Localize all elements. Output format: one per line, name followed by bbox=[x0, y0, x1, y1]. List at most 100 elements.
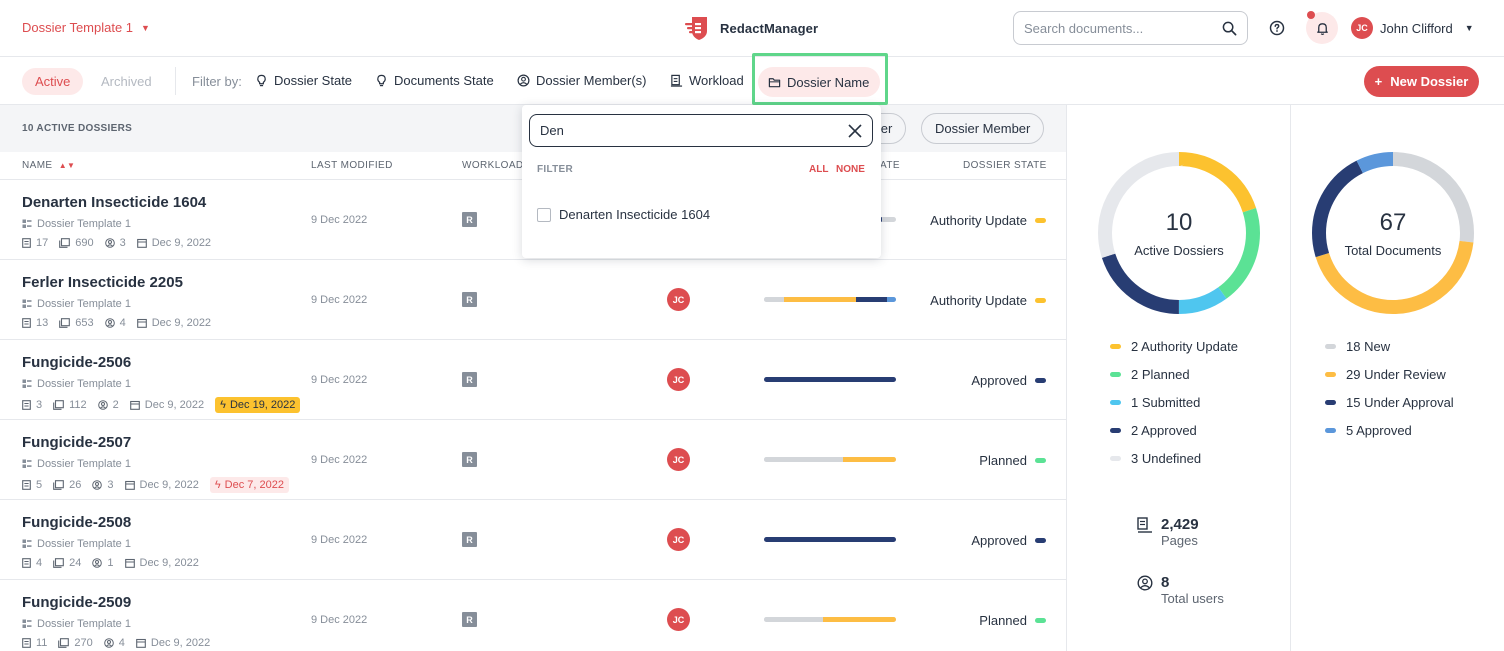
dossier-state[interactable]: Planned bbox=[979, 613, 1046, 628]
dossier-title[interactable]: Fungicide-2506 bbox=[22, 354, 131, 371]
column-name[interactable]: NAME ▲▼ bbox=[22, 160, 75, 171]
filter-dossier-members[interactable]: Dossier Member(s) bbox=[517, 73, 647, 88]
filter-workload[interactable]: Workload bbox=[670, 73, 744, 88]
dossier-state-label: Planned bbox=[979, 613, 1027, 628]
dossier-template: Dossier Template 1 bbox=[22, 538, 131, 550]
user-circle-icon bbox=[104, 238, 115, 248]
table-row[interactable]: Fungicide-2509 Dossier Template 1 11 270… bbox=[0, 580, 1066, 651]
column-name-label: NAME bbox=[22, 160, 53, 171]
search-field[interactable] bbox=[1013, 11, 1248, 45]
column-dossier-state[interactable]: DOSSIER STATE bbox=[963, 160, 1047, 171]
dossier-meta: 13 653 4 Dec 9, 2022 bbox=[22, 317, 217, 329]
dossier-meta: 17 690 3 Dec 9, 2022 bbox=[22, 237, 217, 249]
legend-item: 29 Under Review bbox=[1325, 360, 1454, 388]
close-icon[interactable] bbox=[848, 123, 862, 138]
legend-label: 5 Approved bbox=[1346, 422, 1412, 438]
docs-count: 17 bbox=[22, 237, 48, 249]
table-row[interactable]: Fungicide-2508 Dossier Template 1 4 24 1… bbox=[0, 500, 1066, 580]
dropdown-filter-label: FILTER bbox=[537, 164, 574, 175]
dropdown-option-label: Denarten Insecticide 1604 bbox=[559, 207, 711, 222]
members-value: 2 bbox=[112, 399, 119, 411]
dossier-title[interactable]: Fungicide-2508 bbox=[22, 514, 131, 531]
user-menu[interactable]: JC John Clifford ▼ bbox=[1351, 17, 1474, 39]
legend-item: 2 Authority Update bbox=[1110, 332, 1238, 360]
filter-documents-state[interactable]: Documents State bbox=[375, 73, 494, 88]
documents-progress-bar bbox=[764, 457, 896, 462]
pages-count: 24 bbox=[53, 557, 81, 569]
filter-label-text: Dossier State bbox=[274, 73, 353, 88]
bell-icon bbox=[1316, 22, 1328, 35]
members-count: 3 bbox=[104, 237, 126, 249]
chip-dossier-member[interactable]: Dossier Member bbox=[921, 113, 1045, 144]
template-icon bbox=[22, 219, 32, 228]
active-dossiers-total: 10 bbox=[1165, 209, 1193, 236]
column-last-modified[interactable]: LAST MODIFIED bbox=[311, 160, 393, 171]
dropdown-search-input[interactable] bbox=[540, 123, 848, 138]
column-workload[interactable]: WORKLOAD bbox=[462, 160, 524, 171]
avatar[interactable]: JC bbox=[667, 608, 690, 631]
dossier-meta: 3 112 2 Dec 9, 2022 ϟ Dec 19, 2022 bbox=[22, 397, 301, 413]
avatar[interactable]: JC bbox=[667, 528, 690, 551]
pages-kpi: 2,429 Pages bbox=[1137, 516, 1199, 548]
pages-value: 653 bbox=[75, 317, 94, 329]
calendar-icon bbox=[129, 400, 140, 410]
documents-progress-bar bbox=[764, 617, 896, 622]
dossier-state[interactable]: Approved bbox=[971, 373, 1046, 388]
select-none-link[interactable]: NONE bbox=[836, 164, 865, 175]
column-state-partial[interactable]: ATE bbox=[880, 160, 900, 171]
tab-active[interactable]: Active bbox=[22, 68, 84, 95]
top-header: Dossier Template 1 ▼ RedactManager Searc… bbox=[0, 0, 1504, 57]
dossier-state[interactable]: Planned bbox=[979, 453, 1046, 468]
members-value: 1 bbox=[107, 557, 114, 569]
dossier-meta: 11 270 4 Dec 9, 2022 bbox=[22, 637, 216, 649]
dossier-title[interactable]: Ferler Insecticide 2205 bbox=[22, 274, 183, 291]
documents-progress-bar bbox=[764, 297, 896, 302]
template-switcher[interactable]: Dossier Template 1 ▼ bbox=[22, 20, 150, 35]
table-row[interactable]: Fungicide-2507 Dossier Template 1 5 26 3… bbox=[0, 420, 1066, 500]
progress-segment bbox=[886, 297, 896, 302]
tab-archived[interactable]: Archived bbox=[101, 74, 152, 89]
users-kpi: 8 Total users bbox=[1137, 574, 1224, 606]
legend-swatch bbox=[1110, 343, 1121, 349]
dossier-title[interactable]: Denarten Insecticide 1604 bbox=[22, 194, 206, 211]
dropdown-option[interactable]: Denarten Insecticide 1604 bbox=[537, 207, 710, 222]
table-row[interactable]: Fungicide-2506 Dossier Template 1 3 112 … bbox=[0, 340, 1066, 420]
document-icon bbox=[22, 400, 31, 410]
members-count: 1 bbox=[92, 557, 114, 569]
created-date: Dec 9, 2022 bbox=[124, 557, 199, 569]
pages-icon bbox=[53, 558, 64, 568]
avatar[interactable]: JC bbox=[667, 448, 690, 471]
docs-count: 4 bbox=[22, 557, 42, 569]
dossier-title[interactable]: Fungicide-2509 bbox=[22, 594, 131, 611]
template-icon bbox=[22, 539, 32, 548]
dropdown-search-field[interactable] bbox=[529, 114, 873, 147]
template-switcher-label: Dossier Template 1 bbox=[22, 20, 134, 35]
caret-down-icon: ▼ bbox=[1464, 23, 1474, 33]
progress-segment bbox=[764, 617, 824, 622]
workload-badge: R bbox=[462, 452, 477, 467]
checkbox[interactable] bbox=[537, 207, 551, 222]
last-modified: 9 Dec 2022 bbox=[311, 614, 368, 626]
dossier-state[interactable]: Authority Update bbox=[930, 293, 1046, 308]
search-icon[interactable] bbox=[1222, 21, 1237, 36]
table-row[interactable]: Ferler Insecticide 2205 Dossier Template… bbox=[0, 260, 1066, 340]
dossier-title[interactable]: Fungicide-2507 bbox=[22, 434, 131, 451]
template-name: Dossier Template 1 bbox=[37, 618, 131, 630]
workload-badge: R bbox=[462, 372, 477, 387]
new-dossier-button[interactable]: + New Dossier bbox=[1364, 66, 1479, 97]
help-icon[interactable] bbox=[1268, 19, 1286, 37]
avatar[interactable]: JC bbox=[667, 368, 690, 391]
legend-label: 29 Under Review bbox=[1346, 366, 1446, 382]
users-label: Total users bbox=[1161, 591, 1224, 606]
avatar[interactable]: JC bbox=[667, 288, 690, 311]
created-date: Dec 9, 2022 bbox=[136, 637, 210, 649]
search-input[interactable] bbox=[1024, 20, 1222, 36]
filter-dossier-state[interactable]: Dossier State bbox=[255, 73, 352, 88]
created-date: Dec 9, 2022 bbox=[136, 237, 211, 249]
dossier-state[interactable]: Authority Update bbox=[930, 213, 1046, 228]
progress-segment bbox=[856, 297, 887, 302]
filter-dossier-name[interactable]: Dossier Name bbox=[758, 67, 880, 97]
dossier-state[interactable]: Approved bbox=[971, 533, 1046, 548]
select-all-link[interactable]: ALL bbox=[809, 164, 828, 175]
docs-count: 13 bbox=[22, 317, 48, 329]
